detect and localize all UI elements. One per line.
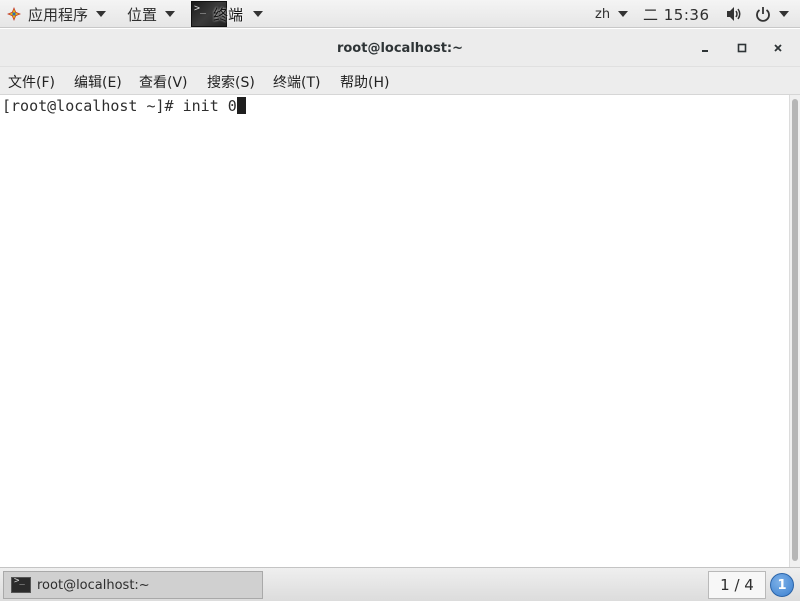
notification-count: 1 [777, 577, 787, 593]
menu-bar: 文件(F) 编辑(E) 查看(V) 搜索(S) 终端(T) 帮助(H) [0, 67, 800, 95]
power-menu[interactable] [755, 0, 789, 28]
maximize-icon [737, 43, 747, 53]
maximize-button[interactable] [733, 39, 751, 57]
language-label: zh [595, 6, 611, 22]
scrollbar-thumb[interactable] [792, 99, 798, 561]
taskbar-window-label: root@localhost:~ [37, 577, 150, 593]
text-cursor [236, 97, 246, 114]
applications-menu[interactable]: 应用程序 [6, 0, 107, 28]
places-label: 位置 [127, 5, 158, 24]
places-dropdown-icon [165, 11, 176, 17]
terminal-app-menu[interactable]: >_ 终端 [191, 0, 263, 28]
workspace-label: 1 / 4 [720, 576, 754, 594]
window-title: root@localhost:~ [336, 41, 464, 56]
places-menu[interactable]: 位置 [127, 0, 176, 28]
workspace-switcher[interactable]: 1 / 4 [708, 571, 766, 599]
applications-label: 应用程序 [28, 5, 89, 24]
input-language-indicator[interactable]: zh [595, 0, 629, 28]
terminal-line: [root@localhost ~]# init 0 [2, 97, 246, 115]
notification-badge[interactable]: 1 [770, 573, 794, 597]
bottom-panel: >_ root@localhost:~ 1 / 4 1 [0, 567, 800, 601]
minimize-button[interactable] [696, 39, 714, 57]
terminal-scrollbar[interactable] [789, 95, 800, 567]
taskbar-window-button[interactable]: >_ root@localhost:~ [3, 571, 263, 599]
menu-help[interactable]: 帮助(H) [340, 72, 389, 92]
power-dropdown-icon [779, 11, 789, 17]
menu-edit[interactable]: 编辑(E) [74, 72, 122, 92]
terminal-view[interactable]: [root@localhost ~]# init 0 [0, 95, 789, 567]
menu-view[interactable]: 查看(V) [139, 72, 188, 92]
top-panel: 应用程序 位置 >_ 终端 zh 二 15:36 [0, 0, 800, 28]
volume-icon [727, 7, 741, 21]
power-icon [756, 7, 770, 22]
close-button[interactable] [769, 39, 787, 57]
minimize-icon [702, 50, 708, 52]
language-dropdown-icon [618, 11, 629, 17]
clock[interactable]: 二 15:36 [643, 0, 710, 28]
terminal-app-label: 终端 [213, 5, 244, 24]
volume-button[interactable] [725, 0, 743, 28]
menu-file[interactable]: 文件(F) [8, 72, 55, 92]
menu-search[interactable]: 搜索(S) [207, 72, 255, 92]
terminal-app-dropdown-icon [253, 11, 263, 17]
applications-icon [7, 7, 21, 21]
applications-dropdown-icon [96, 11, 107, 17]
menu-terminal[interactable]: 终端(T) [273, 72, 320, 92]
close-icon [774, 44, 782, 52]
terminal-command: init 0 [182, 97, 237, 115]
clock-label: 二 15:36 [643, 5, 710, 24]
terminal-prompt: [root@localhost ~]# [2, 97, 183, 115]
terminal-icon: >_ [11, 576, 31, 593]
window-titlebar[interactable]: root@localhost:~ [0, 29, 800, 67]
